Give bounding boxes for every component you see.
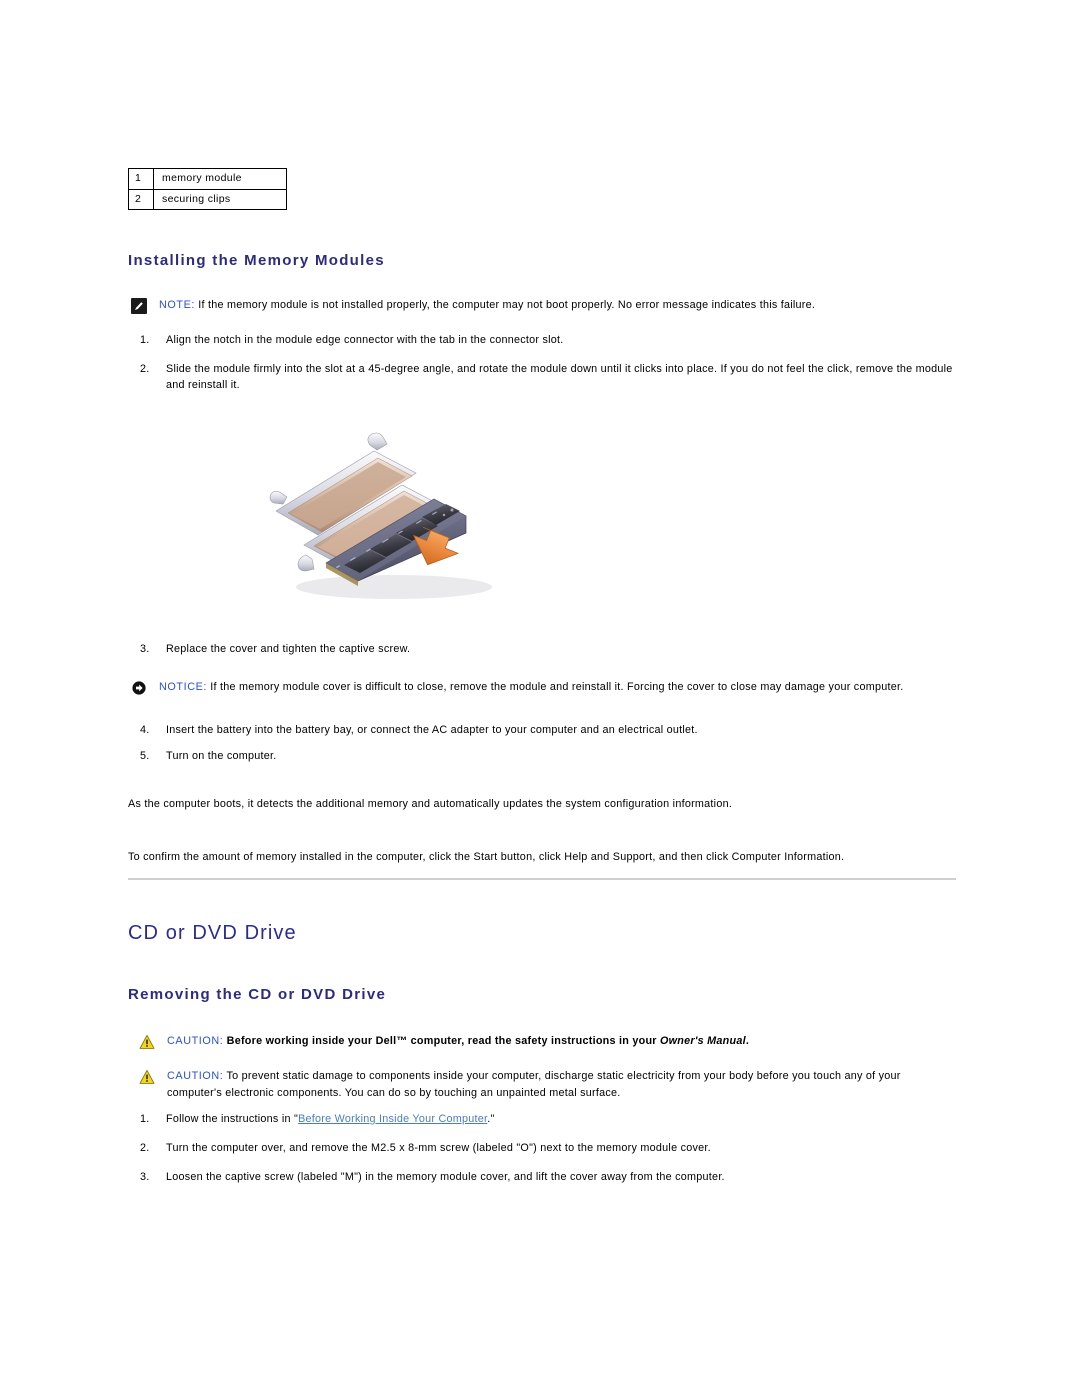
caution-keyword: CAUTION: — [167, 1035, 224, 1047]
heading-installing-the-memory-modules: Installing the Memory Modules — [128, 252, 385, 269]
caution-body: Before working inside your Dell™ compute… — [223, 1035, 661, 1047]
step-text: Align the notch in the module edge conne… — [166, 334, 564, 346]
section-divider — [128, 878, 956, 880]
step-number: 2. — [140, 1142, 150, 1155]
caution-callout-static: CAUTION: To prevent static damage to com… — [136, 1068, 956, 1101]
table-row: 1 memory module — [128, 168, 287, 190]
step-text: Turn the computer over, and remove the M… — [166, 1142, 711, 1155]
caution-triangle-icon — [139, 1069, 155, 1085]
heading-cd-or-dvd-drive: CD or DVD Drive — [128, 922, 297, 944]
caution-triangle-icon — [139, 1034, 155, 1050]
list-item: 1. Follow the instructions in "Before Wo… — [128, 1111, 956, 1127]
list-item: 3. Replace the cover and tighten the cap… — [128, 641, 956, 657]
callout-legend-table: 1 memory module 2 securing clips — [128, 168, 287, 211]
step-number: 4. — [140, 724, 150, 736]
legend-label: memory module — [153, 168, 287, 190]
memory-module-installation-figure — [266, 415, 511, 620]
step-number: 1. — [140, 334, 150, 346]
notice-arrow-icon — [131, 680, 147, 696]
caution-text: CAUTION: To prevent static damage to com… — [167, 1068, 956, 1101]
step-number: 1. — [140, 1113, 150, 1125]
step-text: Insert the battery into the battery bay,… — [166, 724, 698, 736]
note-callout: NOTE: If the memory module is not instal… — [128, 297, 956, 314]
step-text: Loosen the captive screw (labeled "M") i… — [166, 1171, 725, 1184]
step-text-prefix: Follow the instructions in " — [166, 1113, 299, 1125]
link-before-working-inside-your-computer[interactable]: Before Working Inside Your Computer — [298, 1113, 487, 1125]
step-text: Replace the cover and tighten the captiv… — [166, 643, 411, 655]
list-item: 1. Align the notch in the module edge co… — [128, 332, 956, 348]
install-steps-list: 1. Align the notch in the module edge co… — [128, 332, 956, 407]
paragraph-confirm-memory: To confirm the amount of memory installe… — [128, 851, 845, 863]
list-item: 2. Slide the module firmly into the slot… — [128, 361, 956, 393]
list-item: 2. Turn the computer over, and remove th… — [128, 1140, 956, 1156]
caution-body: To prevent static damage to components i… — [167, 1070, 901, 1099]
caution-trailing: . — [745, 1035, 750, 1047]
paragraph-boot-detection: As the computer boots, it detects the ad… — [128, 798, 733, 810]
heading-removing-the-cd-or-dvd-drive: Removing the CD or DVD Drive — [128, 986, 387, 1003]
replace-cover-steps-list: 3. Replace the cover and tighten the cap… — [128, 641, 956, 657]
caution-keyword: CAUTION: — [167, 1070, 224, 1082]
caution-callout-dell: CAUTION: Before working inside your Dell… — [136, 1033, 956, 1050]
note-keyword: NOTE: — [159, 299, 195, 311]
list-item: 4. Insert the battery into the battery b… — [128, 722, 956, 738]
note-text: NOTE: If the memory module is not instal… — [159, 297, 956, 314]
final-install-steps-list: 4. Insert the battery into the battery b… — [128, 722, 956, 774]
notice-text: NOTICE: If the memory module cover is di… — [159, 679, 956, 696]
note-pencil-icon — [131, 298, 147, 314]
notice-callout: NOTICE: If the memory module cover is di… — [128, 679, 956, 696]
legend-label: securing clips — [153, 188, 287, 211]
step-text: Slide the module firmly into the slot at… — [166, 363, 953, 392]
list-item: 3. Loosen the captive screw (labeled "M"… — [128, 1169, 956, 1185]
step-text: Turn on the computer. — [166, 750, 277, 763]
legend-number: 1 — [128, 168, 154, 190]
caution-italic: Owner's Manual — [660, 1035, 746, 1047]
table-row: 2 securing clips — [128, 188, 287, 211]
step-number: 2. — [140, 363, 150, 376]
list-item: 5. Turn on the computer. — [128, 748, 956, 764]
notice-keyword: NOTICE: — [159, 681, 207, 693]
step-text-suffix: ." — [487, 1113, 495, 1125]
notice-body: If the memory module cover is difficult … — [207, 681, 904, 693]
note-body: If the memory module is not installed pr… — [195, 299, 816, 311]
caution-text: CAUTION: Before working inside your Dell… — [167, 1033, 956, 1050]
step-number: 3. — [140, 643, 150, 655]
removal-steps-list: 1. Follow the instructions in "Before Wo… — [128, 1111, 956, 1199]
step-number: 3. — [140, 1171, 150, 1184]
legend-number: 2 — [128, 188, 154, 211]
step-number: 5. — [140, 750, 150, 763]
